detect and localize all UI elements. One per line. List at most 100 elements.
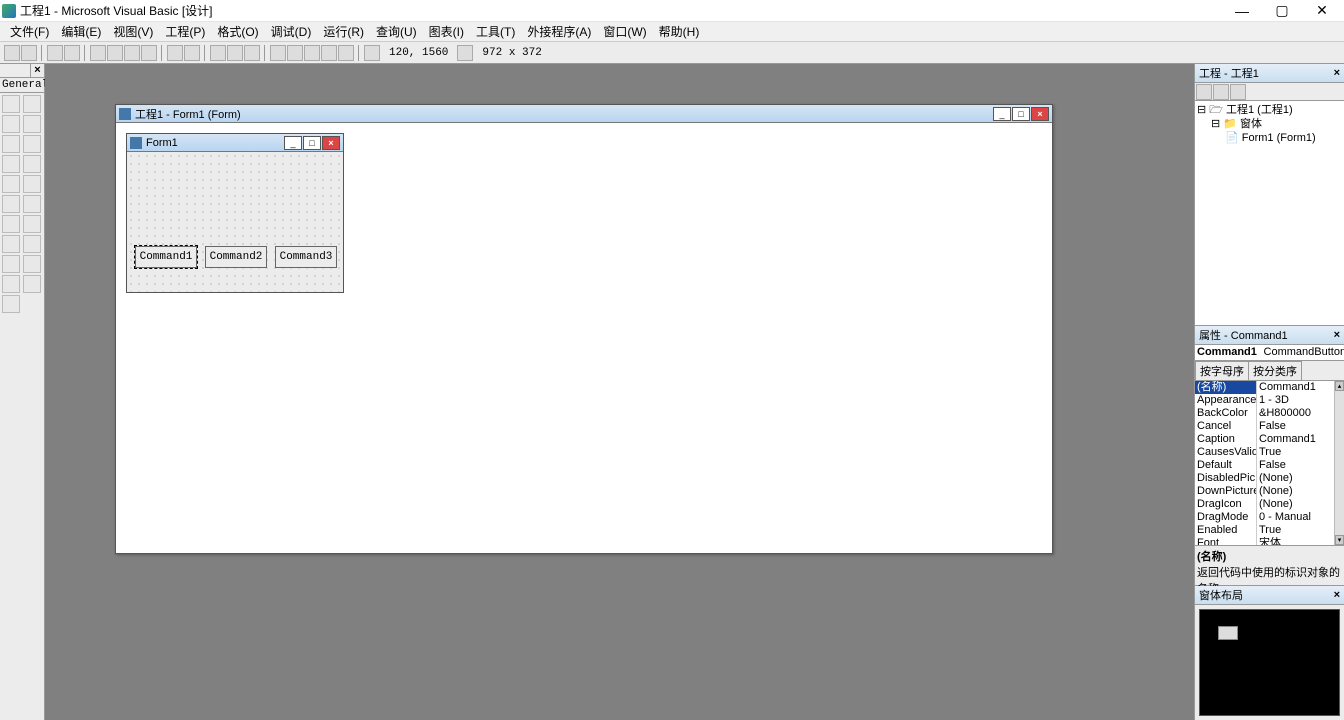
prop-row[interactable]: CancelFalse — [1195, 420, 1344, 433]
menu-run[interactable]: 运行(R) — [317, 21, 370, 42]
menu-format[interactable]: 格式(O) — [211, 21, 264, 42]
menu-file[interactable]: 文件(F) — [4, 21, 55, 42]
designer-min[interactable]: _ — [993, 107, 1011, 121]
designer-close[interactable]: × — [1031, 107, 1049, 121]
project-close[interactable]: × — [1334, 67, 1340, 79]
project-tree[interactable]: ⊟ 🗁 工程1 (工程1) ⊟ 📁 窗体 📄 Form1 (Form1) — [1195, 101, 1344, 326]
menu-window[interactable]: 窗口(W) — [597, 21, 652, 42]
close-button[interactable]: ✕ — [1302, 0, 1342, 22]
menu-view[interactable]: 视图(V) — [107, 21, 159, 42]
tool-textbox[interactable] — [23, 115, 41, 133]
tool-ole[interactable] — [2, 295, 20, 313]
tool-drivelist[interactable] — [23, 215, 41, 233]
tb-open[interactable] — [47, 45, 63, 61]
designer-window[interactable]: 工程1 - Form1 (Form) _ □ × Form1 _ □ × Com… — [115, 104, 1053, 554]
project-toggle[interactable] — [1230, 84, 1246, 100]
prop-row[interactable]: CausesValidTrue — [1195, 446, 1344, 459]
prop-row[interactable]: (名称)Command1 — [1195, 381, 1344, 394]
tb-add[interactable] — [21, 45, 37, 61]
minimize-button[interactable]: — — [1222, 0, 1262, 22]
tb-redo[interactable] — [184, 45, 200, 61]
command3-button[interactable]: Command3 — [275, 246, 337, 268]
tb-undo[interactable] — [167, 45, 183, 61]
tb-tbx[interactable] — [338, 45, 354, 61]
form1-min[interactable]: _ — [284, 136, 302, 150]
form-layout-preview[interactable] — [1199, 609, 1340, 716]
tool-picturebox[interactable] — [23, 95, 41, 113]
tool-frame[interactable] — [2, 135, 20, 153]
menu-addins[interactable]: 外接程序(A) — [521, 21, 597, 42]
tool-data[interactable] — [23, 275, 41, 293]
tool-hscroll[interactable] — [2, 195, 20, 213]
tool-pointer[interactable] — [2, 95, 20, 113]
menu-project[interactable]: 工程(P) — [159, 21, 211, 42]
tool-commandbutton[interactable] — [23, 135, 41, 153]
tree-folder: ⊟ 📁 窗体 — [1197, 117, 1342, 131]
tool-filelist[interactable] — [23, 235, 41, 253]
command2-button[interactable]: Command2 — [205, 246, 267, 268]
tb-stop[interactable] — [244, 45, 260, 61]
tb-layout[interactable] — [304, 45, 320, 61]
tb-paste[interactable] — [124, 45, 140, 61]
tb-obj[interactable] — [321, 45, 337, 61]
form1-max[interactable]: □ — [303, 136, 321, 150]
project-viewcode[interactable] — [1196, 84, 1212, 100]
props-object-select[interactable]: Command1 CommandButton▾ — [1195, 345, 1344, 361]
tb-copy[interactable] — [107, 45, 123, 61]
tool-timer[interactable] — [2, 215, 20, 233]
prop-row[interactable]: CaptionCommand1 — [1195, 433, 1344, 446]
tool-dirlist[interactable] — [2, 235, 20, 253]
tool-combobox[interactable] — [2, 175, 20, 193]
menu-edit[interactable]: 编辑(E) — [55, 21, 107, 42]
props-panel-title: 属性 - Command1 × — [1195, 326, 1344, 345]
menu-debug[interactable]: 调试(D) — [265, 21, 318, 42]
prop-row[interactable]: BackColor&H800000 — [1195, 407, 1344, 420]
scroll-down[interactable]: ▾ — [1335, 535, 1344, 545]
form-designer[interactable]: Form1 _ □ × Command1 Command2 Command3 — [126, 133, 344, 293]
prop-row[interactable]: DisabledPic(None) — [1195, 472, 1344, 485]
prop-row[interactable]: DragMode0 - Manual — [1195, 511, 1344, 524]
scroll-up[interactable]: ▴ — [1335, 381, 1344, 391]
maximize-button[interactable]: ▢ — [1262, 0, 1302, 22]
layout-mini-form[interactable] — [1218, 626, 1238, 640]
tb-pos-icon — [364, 45, 380, 61]
tb-new[interactable] — [4, 45, 20, 61]
tb-cut[interactable] — [90, 45, 106, 61]
prop-row[interactable]: DownPicture(None) — [1195, 485, 1344, 498]
prop-row[interactable]: Font宋体 — [1195, 537, 1344, 546]
tool-label[interactable] — [2, 115, 20, 133]
tb-save[interactable] — [64, 45, 80, 61]
tool-image[interactable] — [2, 275, 20, 293]
project-viewobj[interactable] — [1213, 84, 1229, 100]
form1-close[interactable]: × — [322, 136, 340, 150]
tool-optionbutton[interactable] — [23, 155, 41, 173]
menu-query[interactable]: 查询(U) — [370, 21, 423, 42]
prop-row[interactable]: DefaultFalse — [1195, 459, 1344, 472]
toolbox: × General — [0, 64, 45, 720]
layout-close[interactable]: × — [1334, 589, 1340, 601]
tb-pause[interactable] — [227, 45, 243, 61]
tb-run[interactable] — [210, 45, 226, 61]
tool-line[interactable] — [23, 255, 41, 273]
menu-diagram[interactable]: 图表(I) — [423, 21, 470, 42]
menu-help[interactable]: 帮助(H) — [653, 21, 706, 42]
props-close[interactable]: × — [1334, 329, 1340, 341]
prop-row[interactable]: EnabledTrue — [1195, 524, 1344, 537]
prop-row[interactable]: Appearance1 - 3D — [1195, 394, 1344, 407]
tb-proj[interactable] — [270, 45, 286, 61]
tb-find[interactable] — [141, 45, 157, 61]
props-tab-cat[interactable]: 按分类序 — [1248, 361, 1302, 380]
tool-checkbox[interactable] — [2, 155, 20, 173]
tool-listbox[interactable] — [23, 175, 41, 193]
prop-row[interactable]: DragIcon(None) — [1195, 498, 1344, 511]
menu-tools[interactable]: 工具(T) — [470, 21, 521, 42]
toolbox-close[interactable]: × — [30, 64, 44, 77]
props-grid[interactable]: ▴ ▾ (名称)Command1Appearance1 - 3DBackColo… — [1195, 381, 1344, 546]
command1-button[interactable]: Command1 — [135, 246, 197, 268]
tool-shape[interactable] — [2, 255, 20, 273]
tool-vscroll[interactable] — [23, 195, 41, 213]
mdi-area: 工程1 - Form1 (Form) _ □ × Form1 _ □ × Com… — [45, 64, 1194, 720]
props-tab-alpha[interactable]: 按字母序 — [1195, 361, 1249, 380]
designer-max[interactable]: □ — [1012, 107, 1030, 121]
tb-prop[interactable] — [287, 45, 303, 61]
